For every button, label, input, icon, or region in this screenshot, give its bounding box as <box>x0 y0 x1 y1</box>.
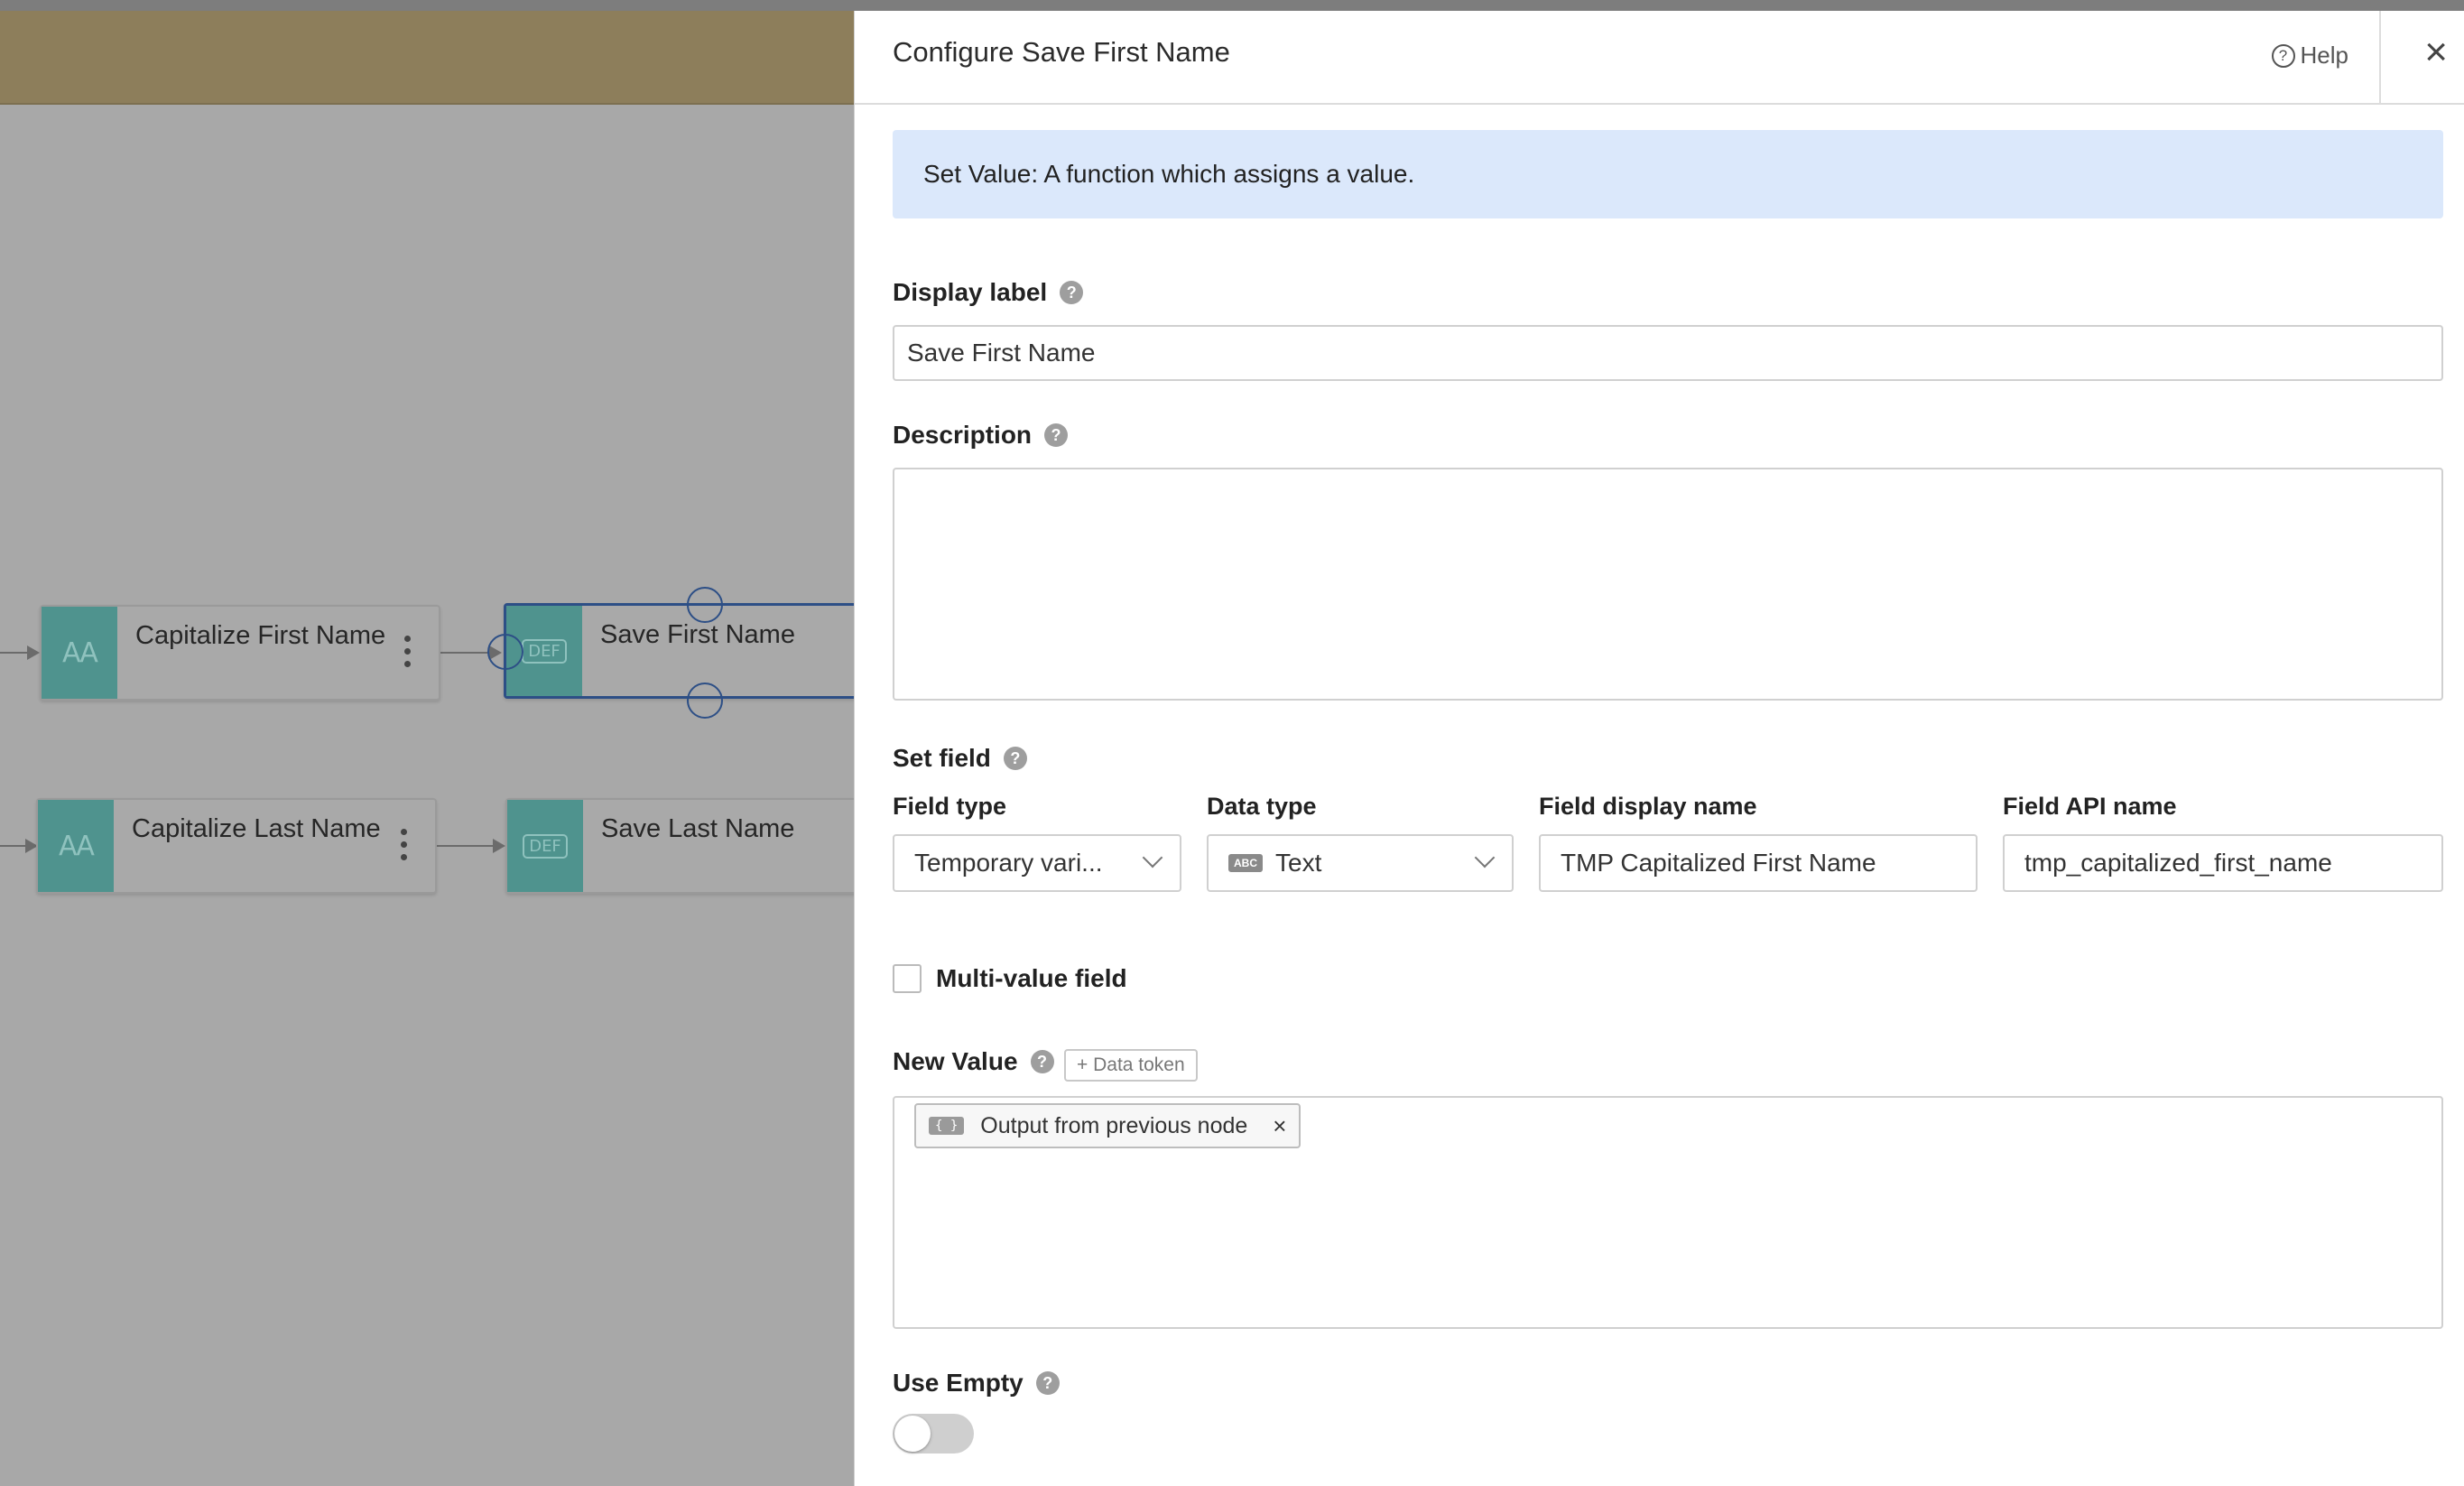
edge-3-4 <box>437 845 495 847</box>
flow-node-save-first-name[interactable]: DEF Save First Name <box>504 603 865 699</box>
use-empty-label: Use Empty <box>893 1369 1024 1397</box>
description-heading: Description ? <box>893 421 1069 450</box>
use-empty-toggle[interactable] <box>893 1414 974 1453</box>
data-type-label: Data type <box>1207 793 1317 820</box>
close-icon[interactable]: × <box>2424 33 2448 72</box>
display-label-input[interactable]: Save First Name <box>893 325 2443 381</box>
flow-node-capitalize-last-name[interactable]: AA Capitalize Last Name <box>36 798 437 894</box>
new-value-label: New Value <box>893 1047 1018 1075</box>
display-label-text: Display label <box>893 278 1048 306</box>
banner-text: Set Value: A function which assigns a va… <box>923 160 1415 188</box>
remove-chip-icon[interactable]: × <box>1273 1112 1286 1140</box>
edge-arrow <box>493 839 505 853</box>
data-token-chip[interactable]: { } Output from previous node × <box>914 1103 1301 1148</box>
set-field-label: Set field <box>893 744 991 772</box>
capitalize-icon: AA <box>38 800 114 892</box>
text-type-icon: ABC <box>1228 854 1263 872</box>
def-glyph: DEF <box>523 833 568 859</box>
edge-in-1 <box>0 652 29 654</box>
chevron-down-icon <box>1142 847 1163 868</box>
new-value-heading: New Value ? <box>893 1047 1054 1076</box>
data-type-value: Text <box>1275 849 1322 877</box>
help-link[interactable]: ? Help <box>2271 42 2348 70</box>
description-label: Description <box>893 421 1033 449</box>
field-api-name-value: tmp_capitalized_first_name <box>2024 849 2332 877</box>
display-label-heading: Display label ? <box>893 278 1084 307</box>
node-label: Capitalize First Name <box>135 621 386 650</box>
description-textarea[interactable] <box>893 468 2443 701</box>
field-type-value: Temporary vari... <box>914 849 1103 877</box>
edge-arrow <box>27 645 40 660</box>
configure-panel: Configure Save First Name ? Help × Set V… <box>854 11 2464 1486</box>
data-type-select[interactable]: ABC Text <box>1207 834 1514 892</box>
field-api-name-label: Field API name <box>2003 793 2177 820</box>
def-icon: DEF <box>507 800 583 892</box>
help-circle-icon: ? <box>2271 43 2295 68</box>
flow-node-capitalize-first-name[interactable]: AA Capitalize First Name <box>40 605 440 701</box>
node-port-top[interactable] <box>687 587 723 623</box>
node-label: Save Last Name <box>601 814 795 843</box>
set-field-heading: Set field ? <box>893 744 1027 773</box>
toggle-knob <box>894 1416 931 1452</box>
add-data-token-button[interactable]: + Data token <box>1064 1049 1198 1082</box>
help-badge-icon[interactable]: ? <box>1003 747 1027 770</box>
node-port-left[interactable] <box>487 634 523 670</box>
flow-node-save-last-name[interactable]: DEF Save Last Name <box>505 798 866 894</box>
header-divider <box>2379 11 2381 105</box>
field-display-name-label: Field display name <box>1539 793 1757 820</box>
kebab-menu-icon[interactable] <box>401 829 407 867</box>
field-display-name-value: TMP Capitalized First Name <box>1561 849 1876 877</box>
capitalize-icon: AA <box>42 607 117 699</box>
def-glyph: DEF <box>522 638 567 664</box>
chevron-down-icon <box>1474 847 1496 868</box>
info-banner: Set Value: A function which assigns a va… <box>893 130 2443 218</box>
field-display-name-input[interactable]: TMP Capitalized First Name <box>1539 834 1978 892</box>
chip-label: Output from previous node <box>980 1112 1248 1138</box>
node-label: Save First Name <box>600 620 795 649</box>
edge-1-2 <box>440 652 495 654</box>
field-type-label: Field type <box>893 793 1007 820</box>
flow-canvas[interactable] <box>0 105 854 1486</box>
field-type-select[interactable]: Temporary vari... <box>893 834 1181 892</box>
panel-title: Configure Save First Name <box>893 36 1230 68</box>
display-label-value: Save First Name <box>907 339 1096 367</box>
help-badge-icon[interactable]: ? <box>1035 1371 1060 1395</box>
use-empty-heading: Use Empty ? <box>893 1369 1060 1398</box>
multi-value-label: Multi-value field <box>936 964 1127 992</box>
help-badge-icon[interactable]: ? <box>1030 1050 1054 1073</box>
help-badge-icon[interactable]: ? <box>1060 281 1084 304</box>
flow-header-band <box>0 11 854 105</box>
help-badge-icon[interactable]: ? <box>1044 423 1069 447</box>
node-port-bottom[interactable] <box>687 683 723 719</box>
kebab-menu-icon[interactable] <box>404 636 411 673</box>
braces-icon: { } <box>929 1117 965 1135</box>
field-api-name-input[interactable]: tmp_capitalized_first_name <box>2003 834 2443 892</box>
help-label: Help <box>2300 42 2348 69</box>
edge-in-2 <box>0 845 27 847</box>
panel-header: Configure Save First Name ? Help × <box>855 11 2464 105</box>
top-strip <box>0 0 2464 11</box>
node-label: Capitalize Last Name <box>132 814 381 843</box>
multi-value-checkbox[interactable] <box>893 964 922 993</box>
